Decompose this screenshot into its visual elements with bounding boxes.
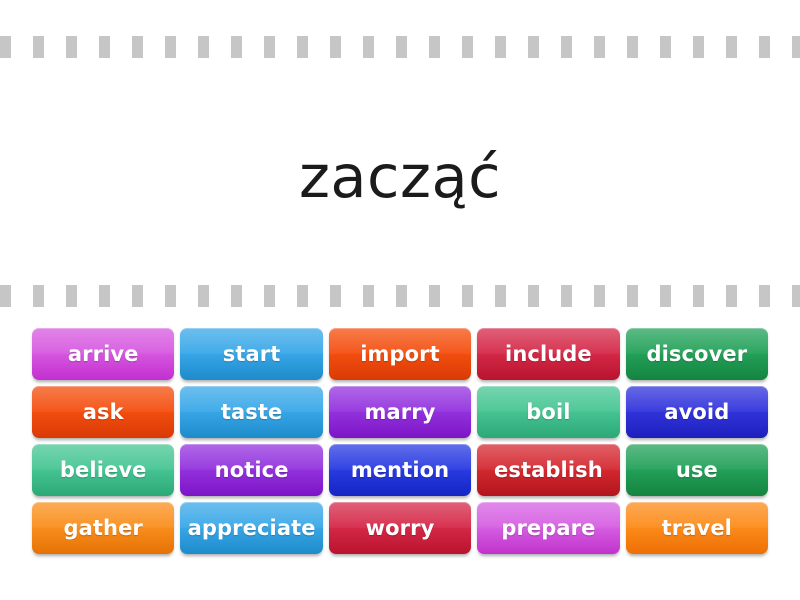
answer-tile-label: ask [82,400,124,424]
answer-tile[interactable]: ask [32,386,175,438]
answer-tile[interactable]: believe [32,444,175,496]
answer-tile[interactable]: worry [328,502,472,554]
answer-tile-label: include [505,342,592,366]
answer-tile-label: mention [350,458,450,482]
answer-tile-label: taste [220,400,283,424]
answer-tile[interactable]: discover [625,328,769,380]
answer-tile-label: avoid [664,400,730,424]
answer-tile[interactable]: start [180,328,323,380]
tile-row: gather appreciate worry prepare travel [32,502,769,554]
answer-tile-label: start [222,342,281,366]
answer-tile-label: boil [526,400,571,424]
answer-tile[interactable]: avoid [625,386,769,438]
answer-tile-label: notice [214,458,289,482]
answer-tile-label: arrive [67,342,139,366]
answer-tile[interactable]: gather [32,502,175,554]
answer-tile[interactable]: boil [477,386,620,438]
answer-tile[interactable]: establish [477,444,620,496]
dashed-separator-top [0,36,800,58]
answer-tile[interactable]: arrive [32,328,175,380]
answer-tile[interactable]: travel [625,502,769,554]
answer-tile-label: discover [646,342,748,366]
tile-row: ask taste marry boil avoid [32,386,769,438]
answer-tile-label: establish [494,458,603,482]
page-title: zacząć [298,141,502,211]
answer-tile[interactable]: appreciate [180,502,323,554]
answer-tile-label: appreciate [187,516,316,540]
answer-tile[interactable]: notice [180,444,323,496]
tile-row: arrive start import include discover [32,328,769,380]
prompt-area: zacząć [0,70,800,282]
answer-tile[interactable]: prepare [477,502,620,554]
tile-row: believe notice mention establish use [32,444,769,496]
answer-tile-label: import [360,342,440,366]
answer-tile[interactable]: taste [180,386,323,438]
answer-tile-label: marry [364,400,436,424]
answer-tile[interactable]: mention [328,444,472,496]
answer-tile-label: gather [63,516,143,540]
answer-tile[interactable]: use [625,444,769,496]
answer-tile-label: use [675,458,718,482]
answer-tile[interactable]: include [477,328,620,380]
dashed-separator-middle [0,285,800,307]
answer-tile-label: worry [365,516,435,540]
answer-tile-label: believe [59,458,147,482]
answer-tile-label: prepare [501,516,596,540]
answer-tile[interactable]: import [328,328,472,380]
answer-tile-label: travel [661,516,732,540]
answer-tile-grid: arrive start import include discover ask taste… [32,328,769,554]
answer-tile[interactable]: marry [328,386,472,438]
